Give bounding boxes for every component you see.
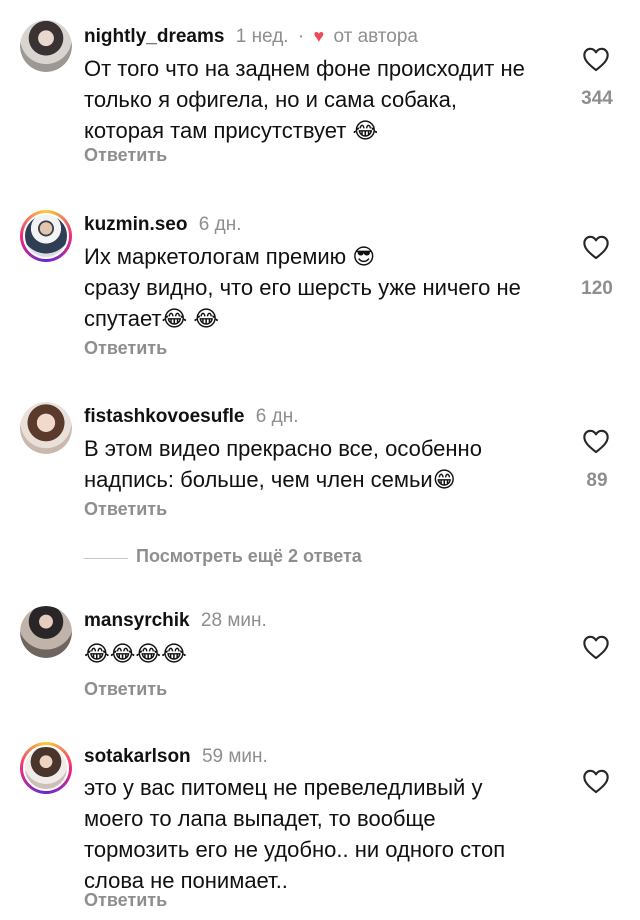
heart-outline-icon [583, 769, 609, 794]
comment-meta: fistashkovoesufle 6 дн. [84, 406, 299, 428]
avatar[interactable] [20, 20, 72, 72]
reply-button[interactable]: Ответить [84, 499, 167, 520]
like-count: 89 [586, 470, 608, 491]
heart-outline-icon [583, 635, 609, 660]
heart-filled-icon: ♥ [313, 26, 325, 46]
username[interactable]: sotakarlson [84, 746, 191, 767]
like-count: 344 [581, 88, 613, 109]
avatar[interactable] [20, 742, 72, 794]
reply-button[interactable]: Ответить [84, 890, 167, 911]
comment-text: Их маркетологам премию 😎 сразу видно, чт… [84, 244, 521, 331]
like-button[interactable] [582, 234, 612, 262]
comment-meta: mansyrchik 28 мин. [84, 610, 267, 632]
comment-text: 😂😂😂😂 [84, 641, 187, 666]
avatar[interactable] [20, 606, 72, 658]
comment-meta: nightly_dreams 1 нед. · ♥ от автора [84, 26, 418, 48]
timestamp: 6 дн. [198, 214, 242, 235]
like-button[interactable] [582, 634, 612, 662]
avatar[interactable] [20, 210, 72, 262]
timestamp: 28 мин. [200, 610, 267, 631]
username[interactable]: fistashkovoesufle [84, 406, 245, 427]
like-button[interactable] [582, 768, 612, 796]
heart-outline-icon [583, 235, 609, 260]
comment-text: В этом видео прекрасно все, особенно над… [84, 436, 482, 492]
timestamp: 1 нед. [235, 26, 289, 47]
avatar[interactable] [20, 402, 72, 454]
reply-button[interactable]: Ответить [84, 679, 167, 700]
username[interactable]: nightly_dreams [84, 26, 224, 47]
comment-text: От того что на заднем фоне происходит не… [84, 56, 525, 143]
username[interactable]: mansyrchik [84, 610, 190, 631]
like-button[interactable] [582, 46, 612, 74]
timestamp: 6 дн. [255, 406, 299, 427]
like-count: 120 [581, 278, 613, 299]
liked-by-author-label: от автора [333, 26, 419, 47]
timestamp: 59 мин. [201, 746, 268, 767]
username[interactable]: kuzmin.seo [84, 214, 187, 235]
reply-button[interactable]: Ответить [84, 338, 167, 359]
view-more-replies-label: Посмотреть ещё 2 ответа [136, 546, 362, 566]
comment-text: это у вас питомец не превеледливый у мое… [84, 775, 506, 893]
comment-meta: kuzmin.seo 6 дн. [84, 214, 241, 236]
separator-dot: · [297, 26, 305, 47]
like-button[interactable] [582, 428, 612, 456]
divider-line [84, 558, 128, 559]
comment-meta: sotakarlson 59 мин. [84, 746, 268, 768]
heart-outline-icon [583, 429, 609, 454]
heart-outline-icon [583, 47, 609, 72]
reply-button[interactable]: Ответить [84, 145, 167, 166]
